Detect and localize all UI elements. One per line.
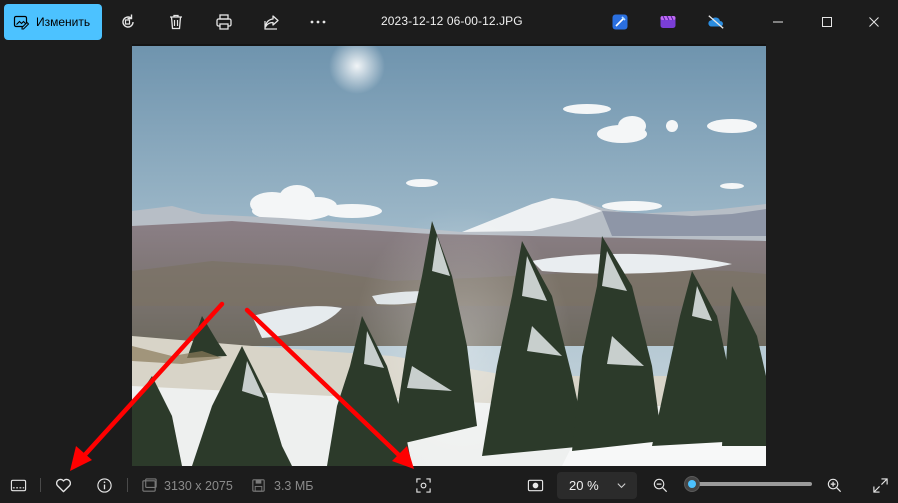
onedrive-offline-icon[interactable]	[706, 12, 726, 32]
favorite-heart-icon[interactable]	[53, 475, 73, 495]
rotate-icon[interactable]	[118, 12, 138, 32]
image-dimensions-icon	[139, 475, 159, 495]
photo-canvas[interactable]	[132, 46, 766, 466]
fullscreen-icon[interactable]	[870, 475, 890, 495]
chevron-down-icon	[616, 479, 627, 494]
actual-size-icon[interactable]	[525, 475, 545, 495]
designer-icon[interactable]	[610, 12, 630, 32]
zoom-level-dropdown[interactable]: 20 %	[557, 472, 637, 499]
zoom-in-icon[interactable]	[824, 475, 844, 495]
landscape-photo	[132, 46, 766, 466]
zoom-level-value: 20 %	[569, 478, 599, 493]
delete-icon[interactable]	[166, 12, 186, 32]
share-icon[interactable]	[262, 12, 282, 32]
image-dimensions: 3130 x 2075	[164, 479, 233, 493]
minimize-icon[interactable]	[768, 12, 788, 32]
bottom-status-bar: 3130 x 2075 3.3 МБ 20 %	[0, 466, 898, 503]
zoom-out-icon[interactable]	[650, 475, 670, 495]
zoom-slider-thumb[interactable]	[684, 476, 701, 492]
fit-to-window-icon[interactable]	[413, 475, 433, 495]
maximize-icon[interactable]	[817, 12, 837, 32]
edit-image-icon	[13, 14, 30, 30]
divider	[127, 478, 128, 492]
edit-button-label: Изменить	[36, 15, 91, 29]
zoom-slider[interactable]	[684, 476, 812, 492]
file-size: 3.3 МБ	[274, 479, 314, 493]
more-icon[interactable]	[308, 12, 328, 32]
info-icon[interactable]	[94, 475, 114, 495]
file-size-icon	[248, 475, 268, 495]
print-icon[interactable]	[214, 12, 234, 32]
top-toolbar: Изменить 2023-12-12 06-00-12.JPG	[0, 0, 898, 44]
close-icon[interactable]	[864, 12, 884, 32]
filmstrip-icon[interactable]	[8, 475, 28, 495]
edit-button[interactable]: Изменить	[4, 4, 102, 40]
divider	[40, 478, 41, 492]
window-title: 2023-12-12 06-00-12.JPG	[381, 14, 523, 28]
clipchamp-icon[interactable]	[658, 12, 678, 32]
